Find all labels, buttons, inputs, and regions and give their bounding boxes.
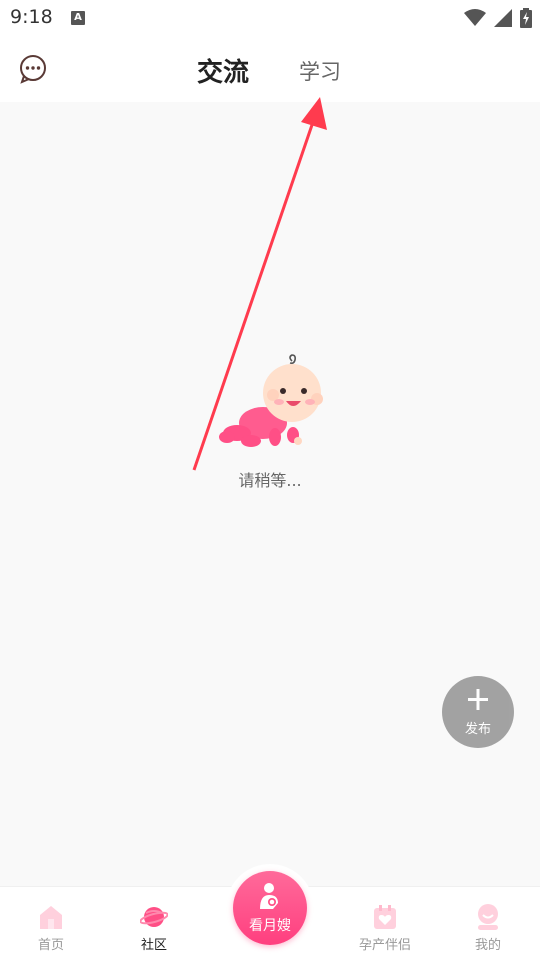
see-nanny-button[interactable]: 看月嫂 [233,871,307,945]
tab-learn[interactable]: 学习 [299,56,341,86]
top-header: 交流 学习 [0,36,540,102]
tab-pregnancy-label: 孕产伴侣 [358,938,411,953]
plus-icon [468,689,488,710]
see-nanny-label: 看月嫂 [249,918,291,934]
tab-communicate[interactable]: 交流 [197,52,249,89]
content-area [0,102,540,886]
planet-icon [140,907,168,927]
tab-mine[interactable]: 我的 [443,887,533,961]
status-bar: 9:18 A [0,0,540,36]
nanny-icon [260,883,278,909]
a-notification-icon: A [71,11,85,25]
center-button-wrap: 看月嫂 [226,864,314,952]
status-time: 9:18 [10,6,53,28]
status-icons [464,8,532,28]
home-icon [40,906,62,929]
tab-home-label: 首页 [37,938,64,953]
profile-icon [478,904,498,930]
loading-text: 请稍等... [238,471,302,490]
message-icon[interactable] [18,54,48,84]
tab-pregnancy-companion[interactable]: 孕产伴侣 [340,887,430,961]
wifi-icon [464,9,486,26]
calendar-heart-icon [374,905,396,929]
crawling-baby-icon [219,354,323,447]
tab-mine-label: 我的 [474,938,501,953]
tab-community[interactable]: 社区 [109,887,199,961]
tab-home[interactable]: 首页 [6,887,96,961]
tab-community-label: 社区 [140,938,167,953]
signal-icon [494,9,512,27]
publish-label: 发布 [464,722,491,737]
battery-icon [520,8,532,28]
publish-button[interactable]: 发布 [442,676,514,748]
